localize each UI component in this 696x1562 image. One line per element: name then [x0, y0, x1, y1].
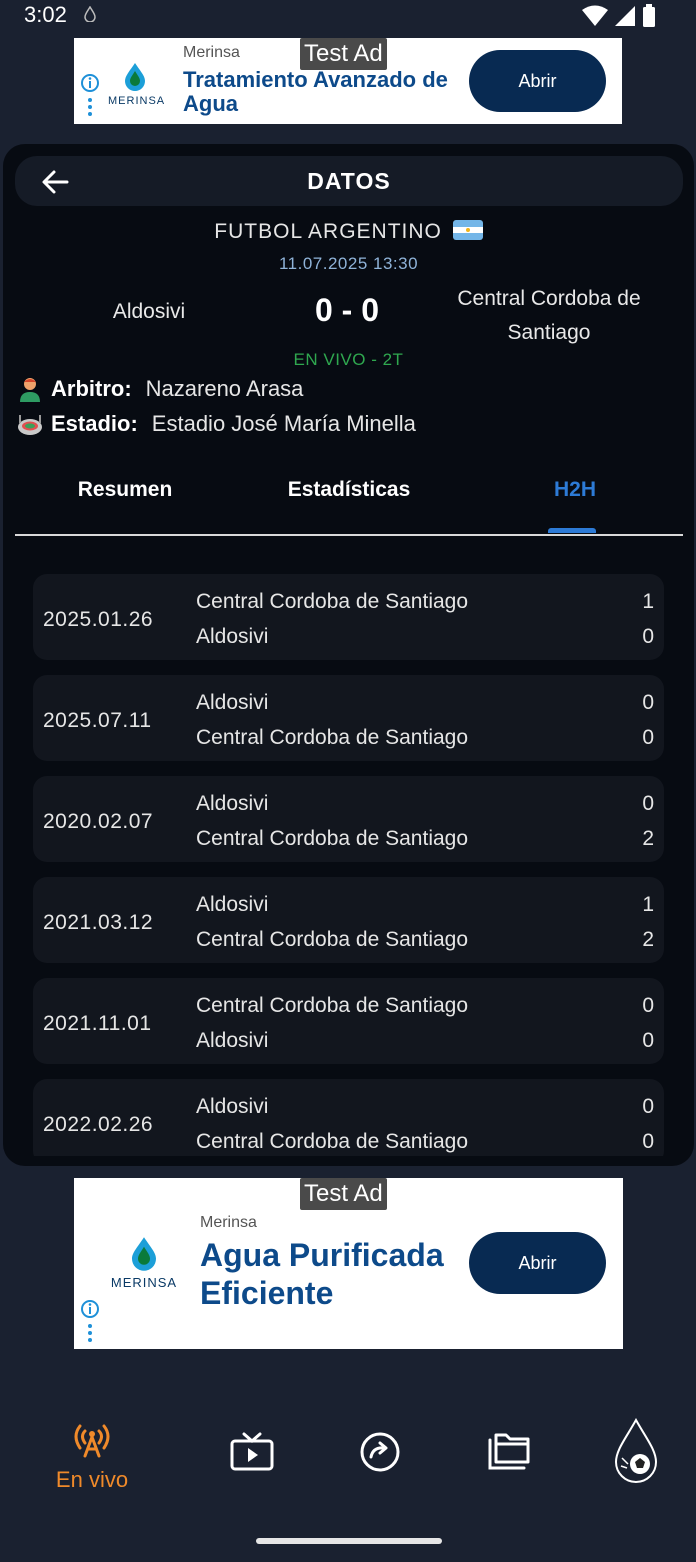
ad-open-button[interactable]: Abrir — [469, 1232, 606, 1294]
referee-label: Arbitro: — [51, 376, 132, 401]
team2-name: Central Cordoba de Santiago — [196, 1130, 469, 1153]
tab-bar: Resumen Estadísticas H2H — [15, 460, 683, 536]
team1-name: Aldosivi — [196, 691, 269, 714]
referee-name: Nazareno Arasa — [145, 376, 304, 401]
team2-score: 0 — [642, 1029, 654, 1052]
ad-banner-top[interactable]: Test Ad MERINSA Merinsa Tratamiento Avan… — [74, 38, 622, 124]
merinsa-logo: MERINSA — [110, 1236, 178, 1290]
stadium-label: Estadio: — [51, 411, 138, 436]
team1-score: 1 — [642, 893, 654, 916]
logo-text: MERINSA — [108, 95, 166, 107]
team2-score: 2 — [642, 827, 654, 850]
active-tab-indicator — [548, 528, 596, 533]
team1-score: 0 — [642, 1095, 654, 1118]
live-status: EN VIVO - 2T — [293, 350, 404, 369]
live-broadcast-icon — [70, 1422, 114, 1463]
team2-name: Central Cordoba de Santiago — [196, 928, 469, 951]
test-ad-tag: Test Ad — [300, 38, 387, 70]
ad-brand: Merinsa — [183, 44, 240, 61]
h2h-match-row[interactable]: 2020.02.07 Aldosivi 0 Central Cordoba de… — [33, 776, 664, 862]
ad-headline[interactable]: Tratamiento Avanzado de Agua — [183, 68, 463, 116]
ad-banner-bottom[interactable]: Test Ad MERINSA Merinsa Agua Purificada … — [74, 1178, 623, 1349]
header-bar: DATOS — [15, 156, 683, 206]
match-date: 2021.03.12 — [43, 911, 154, 934]
h2h-match-row[interactable]: 2025.01.26 Central Cordoba de Santiago 1… — [33, 574, 664, 660]
tv-icon — [228, 1432, 276, 1477]
h2h-match-row[interactable]: 2021.03.12 Aldosivi 1 Central Cordoba de… — [33, 877, 664, 963]
referee-icon — [17, 376, 43, 402]
h2h-match-row[interactable]: 2025.07.11 Aldosivi 0 Central Cordoba de… — [33, 675, 664, 761]
nav-refresh[interactable] — [358, 1430, 402, 1479]
merinsa-logo: MERINSA — [108, 62, 166, 107]
team1-score: 0 — [642, 792, 654, 815]
refresh-icon — [358, 1430, 402, 1479]
ad-brand: Merinsa — [200, 1214, 257, 1231]
signal-icon — [614, 5, 636, 32]
match-date: 2021.11.01 — [43, 1012, 152, 1035]
team1-name: Aldosivi — [196, 1095, 269, 1118]
league-title: FUTBOL ARGENTINO — [3, 220, 694, 246]
bottom-navigation: En vivo — [0, 1400, 696, 1530]
stadium-icon — [17, 411, 43, 437]
nav-folders[interactable] — [486, 1430, 532, 1477]
team2-score: 2 — [642, 928, 654, 951]
match-date: 2025.07.11 — [43, 709, 152, 732]
folder-icon — [486, 1430, 532, 1477]
team1-name: Central Cordoba de Santiago — [196, 590, 469, 613]
nav-tv[interactable] — [228, 1432, 276, 1477]
home-team: Aldosivi — [112, 300, 186, 323]
match-date: 2025.01.26 — [43, 608, 154, 631]
team2-score: 0 — [642, 726, 654, 749]
tab-estadisticas[interactable]: Estadísticas — [259, 478, 439, 502]
team1-score: 0 — [642, 994, 654, 1017]
team2-name: Aldosivi — [196, 1029, 269, 1052]
away-team: Central Cordoba de Santiago — [457, 287, 641, 344]
ad-info-icon[interactable] — [80, 1298, 102, 1351]
argentina-flag-icon — [452, 220, 483, 246]
team1-name: Central Cordoba de Santiago — [196, 994, 469, 1017]
team2-name: Aldosivi — [196, 625, 269, 648]
team2-score: 0 — [642, 625, 654, 648]
league-name: FUTBOL ARGENTINO — [214, 220, 442, 243]
match-datetime: 11.07.2025 13:30 — [278, 254, 419, 273]
match-date: 2022.02.26 — [43, 1113, 154, 1136]
team1-score: 1 — [642, 590, 654, 613]
status-time: 3:02 — [24, 2, 67, 27]
stadium-row: Estadio: Estadio José María Minella — [17, 411, 416, 437]
page-title: DATOS — [307, 168, 391, 194]
battery-icon — [642, 4, 656, 33]
team1-score: 0 — [642, 691, 654, 714]
app-logo-icon — [612, 1417, 660, 1491]
match-score: 0 - 0 — [314, 292, 380, 328]
test-ad-tag: Test Ad — [300, 1178, 387, 1210]
team2-score: 0 — [642, 1130, 654, 1153]
home-indicator[interactable] — [256, 1538, 442, 1544]
h2h-list[interactable]: 2025.01.26 Central Cordoba de Santiago 1… — [3, 554, 694, 1156]
status-bar: 3:02 — [0, 0, 696, 30]
tab-resumen[interactable]: Resumen — [55, 478, 195, 502]
ad-info-icon[interactable] — [80, 72, 102, 125]
ad-open-button[interactable]: Abrir — [469, 50, 606, 112]
nav-en-vivo[interactable]: En vivo — [44, 1422, 140, 1493]
team2-name: Central Cordoba de Santiago — [196, 726, 469, 749]
team1-name: Aldosivi — [196, 792, 269, 815]
match-details-card: DATOS FUTBOL ARGENTINO 11.07.2025 13:30 … — [3, 144, 694, 1166]
tab-h2h[interactable]: H2H — [525, 478, 625, 502]
ad-headline[interactable]: Agua Purificada Eficiente — [200, 1236, 470, 1312]
nav-app-logo[interactable] — [612, 1417, 660, 1491]
team1-name: Aldosivi — [196, 893, 269, 916]
notification-drop-icon — [84, 5, 96, 27]
match-date: 2020.02.07 — [43, 810, 154, 833]
h2h-match-row[interactable]: 2021.11.01 Central Cordoba de Santiago 0… — [33, 978, 664, 1064]
team2-name: Central Cordoba de Santiago — [196, 827, 469, 850]
logo-text: MERINSA — [110, 1275, 178, 1290]
stadium-name: Estadio José María Minella — [151, 411, 416, 436]
h2h-match-row[interactable]: 2022.02.26 Aldosivi 0 Central Cordoba de… — [33, 1079, 664, 1156]
referee-row: Arbitro: Nazareno Arasa — [17, 376, 303, 402]
nav-live-label: En vivo — [55, 1467, 129, 1492]
wifi-icon — [582, 5, 608, 32]
